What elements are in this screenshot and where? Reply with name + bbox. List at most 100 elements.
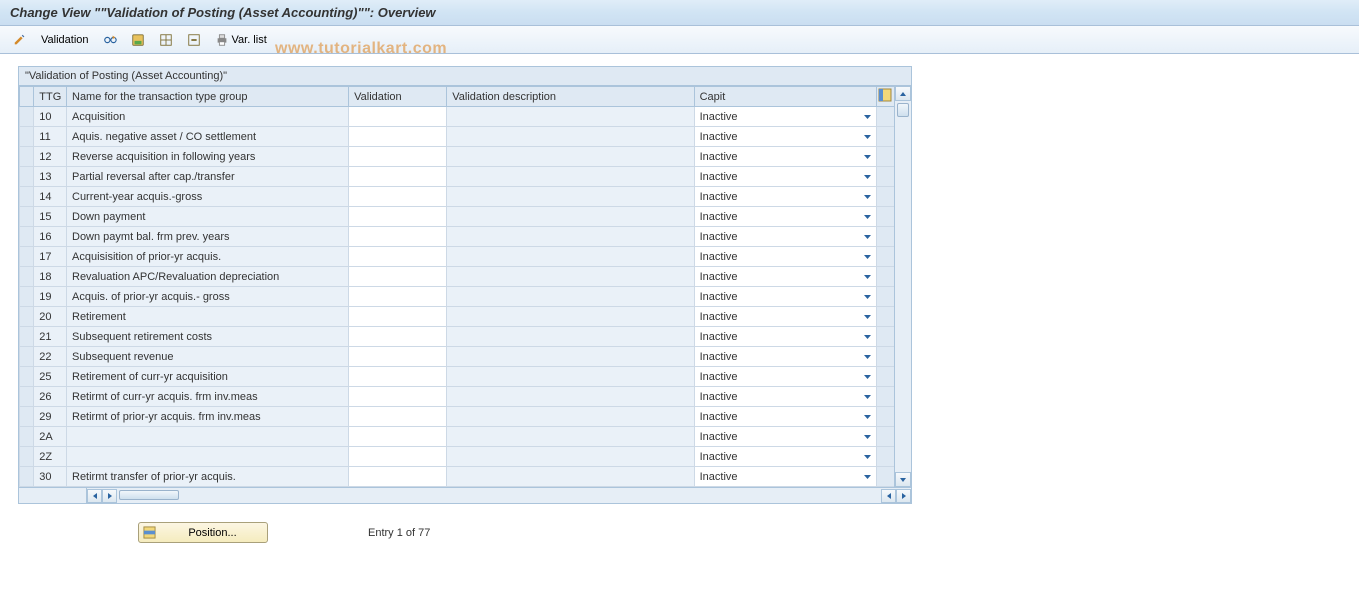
row-selector[interactable]	[20, 207, 34, 227]
cell-validation[interactable]	[349, 147, 447, 167]
row-selector[interactable]	[20, 147, 34, 167]
dropdown-arrow-icon[interactable]	[861, 450, 874, 463]
dropdown-arrow-icon[interactable]	[861, 330, 874, 343]
cell-capit[interactable]: Inactive	[694, 447, 876, 467]
cell-capit[interactable]: Inactive	[694, 327, 876, 347]
cell-capit[interactable]: Inactive	[694, 427, 876, 447]
dropdown-arrow-icon[interactable]	[861, 270, 874, 283]
col-capit[interactable]: Capit	[694, 87, 876, 107]
horizontal-scrollbar[interactable]	[19, 487, 911, 503]
row-selector[interactable]	[20, 267, 34, 287]
col-validation[interactable]: Validation	[349, 87, 447, 107]
dropdown-arrow-icon[interactable]	[861, 250, 874, 263]
cell-validation[interactable]	[349, 407, 447, 427]
cell-validation[interactable]	[349, 307, 447, 327]
row-selector[interactable]	[20, 107, 34, 127]
cell-validation[interactable]	[349, 247, 447, 267]
row-selector[interactable]	[20, 187, 34, 207]
cell-validation[interactable]	[349, 327, 447, 347]
cell-capit[interactable]: Inactive	[694, 347, 876, 367]
other-entry-button[interactable]	[98, 30, 122, 50]
dropdown-arrow-icon[interactable]	[861, 370, 874, 383]
cell-capit[interactable]: Inactive	[694, 107, 876, 127]
dropdown-arrow-icon[interactable]	[861, 210, 874, 223]
cell-capit[interactable]: Inactive	[694, 187, 876, 207]
dropdown-arrow-icon[interactable]	[861, 230, 874, 243]
cell-capit[interactable]: Inactive	[694, 407, 876, 427]
cell-capit[interactable]: Inactive	[694, 147, 876, 167]
scroll-right-near-button[interactable]	[102, 489, 117, 503]
scroll-left-far-button[interactable]	[881, 489, 896, 503]
col-ttg[interactable]: TTG	[34, 87, 67, 107]
row-selector[interactable]	[20, 327, 34, 347]
dropdown-arrow-icon[interactable]	[861, 350, 874, 363]
vertical-scrollbar[interactable]	[894, 86, 911, 487]
row-selector[interactable]	[20, 387, 34, 407]
dropdown-arrow-icon[interactable]	[861, 170, 874, 183]
cell-validation[interactable]	[349, 287, 447, 307]
row-selector[interactable]	[20, 247, 34, 267]
dropdown-arrow-icon[interactable]	[861, 310, 874, 323]
scroll-left-button[interactable]	[87, 489, 102, 503]
col-desc[interactable]: Validation description	[447, 87, 694, 107]
scroll-right-button[interactable]	[896, 489, 911, 503]
scroll-up-button[interactable]	[895, 86, 911, 101]
row-selector[interactable]	[20, 227, 34, 247]
cell-validation[interactable]	[349, 347, 447, 367]
position-button[interactable]: Position...	[138, 522, 268, 543]
cell-validation[interactable]	[349, 207, 447, 227]
cell-validation[interactable]	[349, 447, 447, 467]
cell-validation[interactable]	[349, 127, 447, 147]
cell-capit[interactable]: Inactive	[694, 387, 876, 407]
row-selector[interactable]	[20, 307, 34, 327]
cell-capit[interactable]: Inactive	[694, 287, 876, 307]
row-selector[interactable]	[20, 447, 34, 467]
scroll-thumb[interactable]	[897, 103, 909, 117]
row-selector[interactable]	[20, 427, 34, 447]
cell-capit[interactable]: Inactive	[694, 207, 876, 227]
cell-capit[interactable]: Inactive	[694, 307, 876, 327]
cell-validation[interactable]	[349, 107, 447, 127]
cell-validation[interactable]	[349, 187, 447, 207]
cell-capit[interactable]: Inactive	[694, 167, 876, 187]
cell-capit[interactable]: Inactive	[694, 247, 876, 267]
cell-capit[interactable]: Inactive	[694, 127, 876, 147]
cell-capit[interactable]: Inactive	[694, 267, 876, 287]
row-selector[interactable]	[20, 407, 34, 427]
table-config-button[interactable]	[876, 87, 894, 107]
dropdown-arrow-icon[interactable]	[861, 470, 874, 483]
dropdown-arrow-icon[interactable]	[861, 130, 874, 143]
cell-validation[interactable]	[349, 167, 447, 187]
row-selector[interactable]	[20, 467, 34, 487]
cell-capit[interactable]: Inactive	[694, 227, 876, 247]
dropdown-arrow-icon[interactable]	[861, 430, 874, 443]
validation-button[interactable]: Validation	[36, 30, 94, 50]
cell-validation[interactable]	[349, 427, 447, 447]
dropdown-arrow-icon[interactable]	[861, 410, 874, 423]
cell-capit[interactable]: Inactive	[694, 367, 876, 387]
dropdown-arrow-icon[interactable]	[861, 150, 874, 163]
dropdown-arrow-icon[interactable]	[861, 390, 874, 403]
deselect-all-button[interactable]	[182, 30, 206, 50]
row-selector[interactable]	[20, 367, 34, 387]
cell-validation[interactable]	[349, 227, 447, 247]
dropdown-arrow-icon[interactable]	[861, 110, 874, 123]
row-selector[interactable]	[20, 167, 34, 187]
cell-validation[interactable]	[349, 367, 447, 387]
dropdown-arrow-icon[interactable]	[861, 190, 874, 203]
change-mode-button[interactable]	[8, 30, 32, 50]
col-name[interactable]: Name for the transaction type group	[67, 87, 349, 107]
save-button[interactable]	[126, 30, 150, 50]
dropdown-arrow-icon[interactable]	[861, 290, 874, 303]
scroll-down-button[interactable]	[895, 472, 911, 487]
hscroll-thumb[interactable]	[119, 490, 179, 500]
cell-validation[interactable]	[349, 467, 447, 487]
cell-validation[interactable]	[349, 267, 447, 287]
print-button[interactable]: Var. list	[210, 30, 272, 50]
cell-validation[interactable]	[349, 387, 447, 407]
cell-capit[interactable]: Inactive	[694, 467, 876, 487]
select-all-button[interactable]	[154, 30, 178, 50]
col-selector[interactable]	[20, 87, 34, 107]
row-selector[interactable]	[20, 127, 34, 147]
row-selector[interactable]	[20, 347, 34, 367]
